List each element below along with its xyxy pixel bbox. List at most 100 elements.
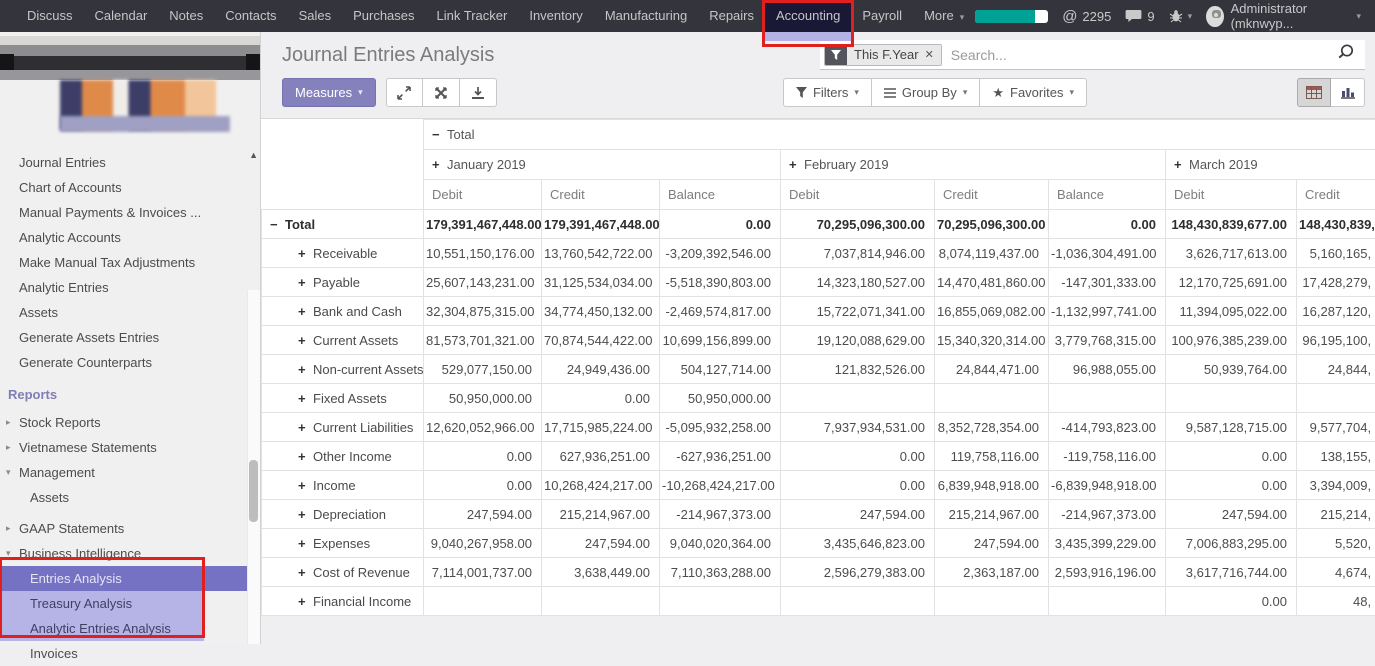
pivot-cell[interactable]: 24,844,471.00 [935, 355, 1049, 384]
pivot-cell[interactable]: 70,874,544,422.00 [542, 326, 660, 355]
pivot-row-header-non-current-assets[interactable]: +Non-current Assets [262, 355, 424, 384]
pivot-cell[interactable] [781, 384, 935, 413]
enterprise-progress-bar[interactable] [975, 10, 1048, 23]
pivot-cell[interactable] [542, 587, 660, 616]
pivot-cell[interactable]: 50,950,000.00 [660, 384, 781, 413]
download-button[interactable] [460, 78, 497, 107]
pivot-cell[interactable]: 3,779,768,315.00 [1049, 326, 1166, 355]
pivot-cell[interactable] [935, 587, 1049, 616]
pivot-cell[interactable]: 148,430,839, [1297, 210, 1375, 239]
pivot-cell[interactable]: 100,976,385,239.00 [1166, 326, 1297, 355]
pivot-col-group-february-2019[interactable]: +February 2019 [781, 150, 1166, 180]
pivot-cell[interactable]: 11,394,095,022.00 [1166, 297, 1297, 326]
pivot-cell[interactable]: 0.00 [781, 471, 935, 500]
pivot-cell[interactable]: 50,939,764.00 [1166, 355, 1297, 384]
pivot-cell[interactable]: -627,936,251.00 [660, 442, 781, 471]
pivot-cell[interactable]: 70,295,096,300.00 [935, 210, 1049, 239]
pivot-cell[interactable]: 10,551,150,176.00 [424, 239, 542, 268]
pivot-cell[interactable]: 7,114,001,737.00 [424, 558, 542, 587]
pivot-cell[interactable] [935, 384, 1049, 413]
pivot-cell[interactable]: 215,214, [1297, 500, 1375, 529]
pivot-cell[interactable] [1049, 587, 1166, 616]
pivot-cell[interactable]: -10,268,424,217.00 [660, 471, 781, 500]
pivot-cell[interactable]: 3,617,716,744.00 [1166, 558, 1297, 587]
pivot-measure-march-2019-debit[interactable]: Debit [1166, 180, 1297, 210]
pivot-measure-march-2019-credit[interactable]: Credit [1297, 180, 1375, 210]
pivot-cell[interactable] [781, 587, 935, 616]
topbar-menu-repairs[interactable]: Repairs [698, 0, 765, 32]
pivot-cell[interactable]: 2,596,279,383.00 [781, 558, 935, 587]
pivot-cell[interactable]: 10,268,424,217.00 [542, 471, 660, 500]
topbar-menu-accounting[interactable]: Accounting [765, 0, 851, 32]
pivot-cell[interactable]: 81,573,701,321.00 [424, 326, 542, 355]
messages-counter[interactable]: 9 [1125, 9, 1154, 24]
pivot-cell[interactable]: 0.00 [424, 471, 542, 500]
pivot-cell[interactable]: 247,594.00 [1166, 500, 1297, 529]
pivot-row-header-depreciation[interactable]: +Depreciation [262, 500, 424, 529]
pivot-measure-january-2019-credit[interactable]: Credit [542, 180, 660, 210]
pivot-cell[interactable] [1166, 384, 1297, 413]
pivot-cell[interactable]: 70,295,096,300.00 [781, 210, 935, 239]
pivot-cell[interactable]: 247,594.00 [935, 529, 1049, 558]
graph-view-button[interactable] [1331, 78, 1365, 107]
topbar-menu-link-tracker[interactable]: Link Tracker [426, 0, 519, 32]
sidebar-item-make-manual-tax-adjustments[interactable]: Make Manual Tax Adjustments [0, 250, 260, 275]
pivot-cell[interactable]: -6,839,948,918.00 [1049, 471, 1166, 500]
pivot-cell[interactable]: 96,988,055.00 [1049, 355, 1166, 384]
pivot-cell[interactable]: -119,758,116.00 [1049, 442, 1166, 471]
pivot-cell[interactable]: -1,132,997,741.00 [1049, 297, 1166, 326]
pivot-cell[interactable]: 3,638,449.00 [542, 558, 660, 587]
sidebar-item-journal-entries[interactable]: Journal Entries [0, 150, 260, 175]
search-facet[interactable]: This F.Year ✕ [824, 44, 942, 66]
pivot-cell[interactable]: 0.00 [1166, 587, 1297, 616]
sidebar-item-generate-counterparts[interactable]: Generate Counterparts [0, 350, 260, 375]
scroll-up-icon[interactable]: ▲ [249, 150, 258, 160]
pivot-cell[interactable]: 8,352,728,354.00 [935, 413, 1049, 442]
pivot-cell[interactable]: 12,170,725,691.00 [1166, 268, 1297, 297]
pivot-cell[interactable]: 247,594.00 [424, 500, 542, 529]
pivot-cell[interactable]: 0.00 [1166, 442, 1297, 471]
pivot-cell[interactable] [660, 587, 781, 616]
pivot-cell[interactable]: 19,120,088,629.00 [781, 326, 935, 355]
pivot-row-header-current-liabilities[interactable]: +Current Liabilities [262, 413, 424, 442]
topbar-menu-sales[interactable]: Sales [288, 0, 343, 32]
pivot-cell[interactable] [424, 587, 542, 616]
pivot-cell[interactable]: 215,214,967.00 [935, 500, 1049, 529]
pivot-row-header-bank-and-cash[interactable]: +Bank and Cash [262, 297, 424, 326]
favorites-button[interactable]: ★ Favorites ▾ [980, 78, 1087, 107]
pivot-cell[interactable]: 13,760,542,722.00 [542, 239, 660, 268]
pivot-cell[interactable]: 10,699,156,899.00 [660, 326, 781, 355]
sidebar-item-manual-payments-invoices[interactable]: Manual Payments & Invoices ... [0, 200, 260, 225]
user-menu[interactable]: Administrator (mknwyp... ▾ [1206, 1, 1361, 31]
pivot-cell[interactable]: 7,937,934,531.00 [781, 413, 935, 442]
pivot-cell[interactable]: 0.00 [1049, 210, 1166, 239]
pivot-row-header-receivable[interactable]: +Receivable [262, 239, 424, 268]
pivot-cell[interactable]: 0.00 [660, 210, 781, 239]
pivot-row-header-total[interactable]: −Total [262, 210, 424, 239]
pivot-cell[interactable]: 2,363,187.00 [935, 558, 1049, 587]
pivot-cell[interactable]: 247,594.00 [542, 529, 660, 558]
expand-all-button[interactable] [423, 78, 460, 107]
pivot-cell[interactable]: 24,949,436.00 [542, 355, 660, 384]
pivot-cell[interactable]: 16,287,120, [1297, 297, 1375, 326]
pivot-cell[interactable]: 121,832,526.00 [781, 355, 935, 384]
pivot-measure-february-2019-balance[interactable]: Balance [1049, 180, 1166, 210]
flip-axis-button[interactable] [386, 78, 423, 107]
pivot-cell[interactable]: 15,722,071,341.00 [781, 297, 935, 326]
pivot-measure-january-2019-balance[interactable]: Balance [660, 180, 781, 210]
pivot-row-header-cost-of-revenue[interactable]: +Cost of Revenue [262, 558, 424, 587]
activities-counter[interactable]: @ 2295 [1062, 8, 1111, 25]
pivot-cell[interactable]: 12,620,052,966.00 [424, 413, 542, 442]
topbar-menu-purchases[interactable]: Purchases [342, 0, 425, 32]
topbar-menu-calendar[interactable]: Calendar [84, 0, 159, 32]
topbar-menu-inventory[interactable]: Inventory [518, 0, 593, 32]
pivot-cell[interactable]: -5,518,390,803.00 [660, 268, 781, 297]
pivot-cell[interactable]: 48, [1297, 587, 1375, 616]
pivot-cell[interactable]: 25,607,143,231.00 [424, 268, 542, 297]
sidebar-item-analytic-entries[interactable]: Analytic Entries [0, 275, 260, 300]
pivot-cell[interactable]: 32,304,875,315.00 [424, 297, 542, 326]
sidebar-item-assets[interactable]: Assets [0, 300, 260, 325]
pivot-measure-february-2019-credit[interactable]: Credit [935, 180, 1049, 210]
pivot-cell[interactable]: 3,626,717,613.00 [1166, 239, 1297, 268]
pivot-row-header-financial-income[interactable]: +Financial Income [262, 587, 424, 616]
